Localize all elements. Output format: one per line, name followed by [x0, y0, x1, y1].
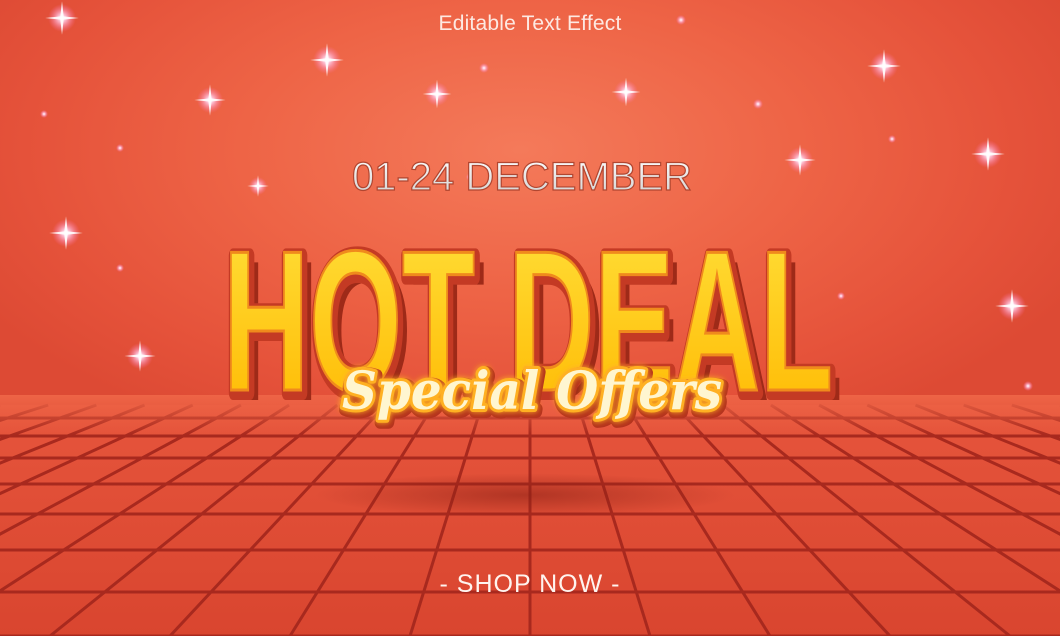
- shop-now-link[interactable]: - SHOP NOW -: [0, 570, 1060, 599]
- title-artwork: 01-24 DECEMBER HOT DEAL HOT DEAL HOT DEA…: [218, 154, 843, 443]
- top-caption: Editable Text Effect: [438, 12, 622, 35]
- banner-canvas: 01-24 DECEMBER HOT DEAL HOT DEAL HOT DEA…: [0, 0, 1060, 636]
- tagline-group: Special Offers Special Offers Special Of…: [338, 358, 730, 431]
- tagline: Special Offers: [342, 361, 722, 422]
- date-line: 01-24 DECEMBER: [352, 155, 692, 199]
